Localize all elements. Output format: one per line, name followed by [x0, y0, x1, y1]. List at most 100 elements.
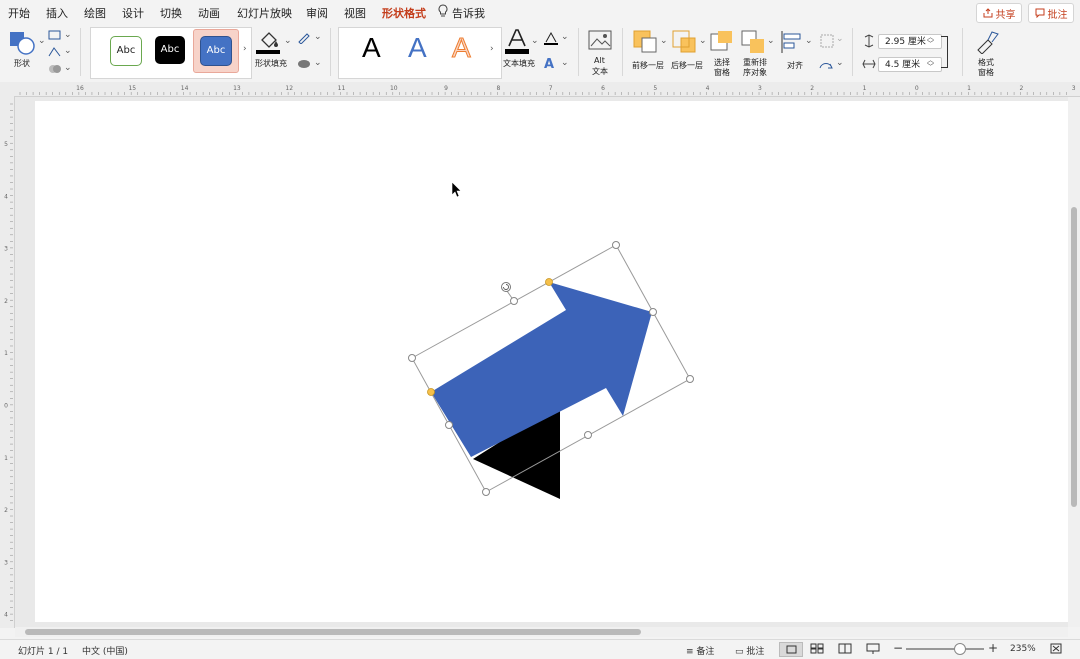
ruler-label: 3	[758, 85, 762, 92]
chevron-down-icon[interactable]: ⌄	[284, 36, 292, 46]
ruler-label: 6	[601, 85, 605, 92]
style-sample-outline[interactable]: Abc	[110, 36, 142, 66]
comment-icon: ▭	[735, 647, 744, 657]
alt-text-label-1: Alt	[594, 56, 605, 65]
tab-home[interactable]: 开始	[8, 5, 30, 21]
tab-view[interactable]: 视图	[344, 5, 366, 21]
ruler-label: 10	[390, 85, 398, 92]
horizontal-scroll-thumb[interactable]	[25, 629, 641, 635]
selection-pane-label-2: 窗格	[714, 68, 730, 77]
wordart-sample-orange[interactable]: A	[452, 32, 472, 64]
chevron-down-icon[interactable]: ⌄	[805, 36, 813, 46]
style-sample-blue[interactable]: Abc	[200, 36, 232, 66]
share-button[interactable]: 共享	[976, 3, 1022, 23]
zoom-slider-track[interactable]	[906, 648, 984, 650]
group-icon[interactable]	[820, 34, 834, 51]
chevron-down-icon[interactable]: ⌄	[767, 36, 775, 46]
horizontal-scrollbar[interactable]	[15, 627, 1068, 637]
ruler-label: 1	[4, 455, 8, 462]
status-comments-label: 批注	[746, 647, 765, 657]
wordart-sample-blue[interactable]: A	[408, 32, 427, 64]
chevron-down-icon[interactable]: ⌄	[64, 30, 72, 40]
chevron-down-icon[interactable]: ⌄	[38, 36, 46, 46]
chevron-down-icon[interactable]: ⌄	[64, 46, 72, 56]
chevron-down-icon[interactable]: ⌄	[64, 63, 72, 73]
fit-to-window-icon[interactable]	[1050, 643, 1062, 657]
ruler-label: 16	[76, 85, 84, 92]
horizontal-ruler: 16151413121110987654321012345678	[0, 82, 1080, 97]
zoom-in-button[interactable]: +	[988, 641, 998, 655]
vertical-scrollbar[interactable]	[1068, 97, 1080, 627]
text-fill-icon[interactable]	[505, 28, 529, 57]
comments-button[interactable]: 批注	[1028, 3, 1074, 23]
chevron-down-icon[interactable]: ⌄	[836, 58, 844, 68]
text-outline-icon[interactable]	[544, 31, 558, 49]
ruler-label: 2	[4, 298, 8, 305]
chevron-down-icon[interactable]: ⌄	[314, 32, 322, 42]
height-stepper[interactable]: ︿ ﹀	[927, 34, 934, 48]
ruler-label: 2	[810, 85, 814, 92]
status-comments-button[interactable]: ▭ 批注	[735, 644, 764, 657]
selection-pane-icon[interactable]	[710, 30, 734, 57]
tab-shape-format[interactable]: 形状格式	[382, 5, 426, 26]
chevron-down-icon[interactable]: ⌄	[561, 58, 569, 68]
tab-design[interactable]: 设计	[122, 5, 144, 21]
send-backward-icon[interactable]	[672, 30, 698, 57]
text-effects-icon[interactable]: A	[544, 57, 554, 72]
zoom-level[interactable]: 235%	[1010, 644, 1036, 654]
vertical-scroll-thumb[interactable]	[1071, 207, 1077, 507]
format-pane-icon[interactable]	[974, 30, 1000, 57]
edit-shape-icon[interactable]	[48, 29, 62, 44]
ruler-label: 15	[128, 85, 136, 92]
tell-me-search[interactable]: 告诉我	[452, 5, 485, 21]
shape-fill-label: 形状填充	[255, 59, 287, 68]
reorder-objects-icon[interactable]	[741, 30, 767, 57]
chevron-down-icon[interactable]: ⌄	[314, 58, 322, 68]
merge-shapes-icon[interactable]	[48, 63, 62, 78]
tab-transitions[interactable]: 切换	[160, 5, 182, 21]
slideshow-icon[interactable]	[866, 643, 880, 657]
paint-bucket-icon[interactable]	[256, 28, 282, 57]
ruler-label: 1	[4, 350, 8, 357]
bring-forward-icon[interactable]	[633, 30, 659, 57]
chevron-right-icon[interactable]: ›	[490, 44, 494, 54]
rotate-handle-icon[interactable]	[501, 282, 511, 292]
tab-draw[interactable]: 绘图	[84, 5, 106, 21]
alt-text-icon[interactable]	[588, 30, 612, 55]
zoom-out-button[interactable]: −	[893, 641, 903, 655]
tab-review[interactable]: 审阅	[306, 5, 328, 21]
ruler-label: 11	[338, 85, 346, 92]
wordart-sample-black[interactable]: A	[362, 32, 381, 64]
chevron-down-icon[interactable]: ⌄	[531, 36, 539, 46]
shape-effects-icon[interactable]	[297, 58, 311, 73]
lock-aspect-bracket[interactable]	[941, 36, 948, 68]
chevron-down-icon[interactable]: ⌄	[561, 32, 569, 42]
tab-slideshow[interactable]: 幻灯片放映	[237, 5, 292, 21]
shape-insert-icon[interactable]	[8, 30, 38, 59]
chevron-right-icon[interactable]: ›	[243, 44, 247, 54]
vertical-ruler: 54321012345	[0, 96, 15, 628]
width-stepper[interactable]: ︿ ﹀	[927, 57, 934, 71]
ruler-label: 3	[1072, 85, 1076, 92]
tab-insert[interactable]: 插入	[46, 5, 68, 21]
alt-text-label-2: 文本	[592, 67, 608, 76]
shape-outline-icon[interactable]	[297, 32, 311, 47]
zoom-slider-thumb[interactable]	[954, 643, 966, 655]
normal-view-button[interactable]	[779, 642, 803, 657]
edit-points-icon[interactable]	[48, 46, 62, 61]
ruler-label: 0	[4, 403, 8, 410]
rotate-icon[interactable]	[818, 58, 834, 75]
tab-animations[interactable]: 动画	[198, 5, 220, 21]
notes-button[interactable]: ≡ 备注	[686, 644, 714, 657]
align-icon[interactable]	[780, 30, 804, 57]
chevron-down-icon[interactable]: ⌄	[836, 34, 844, 44]
style-sample-black[interactable]: Abc	[155, 36, 185, 64]
ruler-label: 4	[4, 612, 8, 619]
slide-sorter-icon[interactable]	[810, 643, 824, 657]
chevron-down-icon[interactable]: ⌄	[699, 36, 707, 46]
ruler-label: 3	[4, 246, 8, 253]
slide-canvas[interactable]	[35, 101, 1068, 622]
language-indicator[interactable]: 中文 (中国)	[82, 644, 128, 657]
reading-view-icon[interactable]	[838, 643, 852, 657]
chevron-down-icon[interactable]: ⌄	[660, 36, 668, 46]
